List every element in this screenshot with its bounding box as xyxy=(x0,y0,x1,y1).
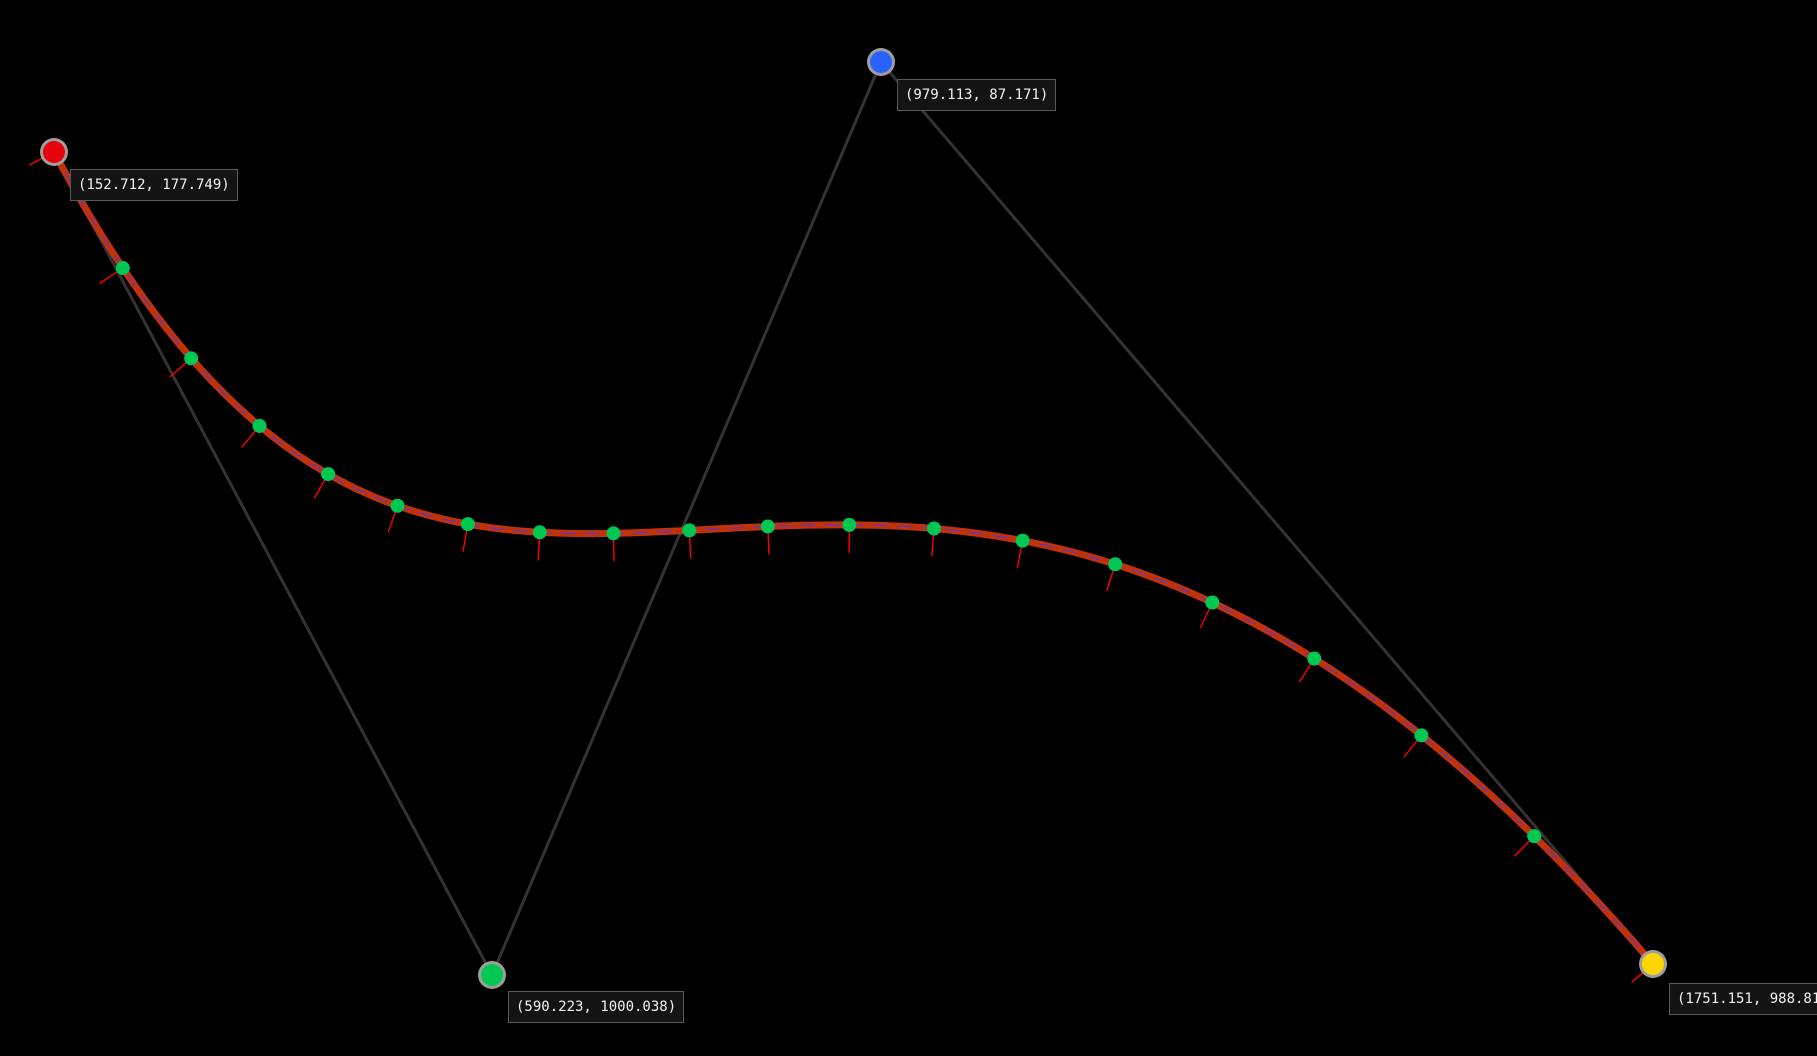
hull-line xyxy=(881,62,1653,964)
curve-sample-point xyxy=(1527,829,1541,843)
curve-sample-point xyxy=(682,523,696,537)
bezier-curve-path xyxy=(54,152,1653,964)
curve-sample-point xyxy=(761,520,775,534)
curve-sample-point xyxy=(390,499,404,513)
end-point-coordinate-label: (1751.151, 988.811) xyxy=(1669,983,1817,1015)
bezier-curve xyxy=(54,152,1653,964)
control-point-1-handle[interactable] xyxy=(478,961,506,989)
curve-sample-point xyxy=(1108,557,1122,571)
control-point-handles xyxy=(40,48,1667,989)
end-point-handle[interactable] xyxy=(1639,950,1667,978)
curve-normals xyxy=(29,152,1653,982)
bezier-svg xyxy=(0,0,1817,1051)
curve-sample-points xyxy=(116,261,1541,843)
hull-line xyxy=(54,152,492,975)
curve-sample-point xyxy=(1414,728,1428,742)
curve-sample-point xyxy=(116,261,130,275)
start-point-coordinate-label: (152.712, 177.749) xyxy=(70,169,238,201)
curve-sample-point xyxy=(1205,596,1219,610)
curve-sample-point xyxy=(1016,534,1030,548)
curve-sample-point xyxy=(461,517,475,531)
curve-sample-point xyxy=(253,419,267,433)
control-point-2-handle[interactable] xyxy=(867,48,895,76)
bezier-curve-inner-line xyxy=(54,152,1653,964)
control-point-1-coordinate-label: (590.223, 1000.038) xyxy=(508,991,684,1023)
curve-sample-point xyxy=(184,351,198,365)
curve-sample-point xyxy=(533,525,547,539)
curve-sample-point xyxy=(321,467,335,481)
bezier-canvas[interactable]: (152.712, 177.749) (590.223, 1000.038) (… xyxy=(0,0,1817,1051)
start-point-handle[interactable] xyxy=(40,138,68,166)
curve-sample-point xyxy=(606,526,620,540)
control-hull xyxy=(54,62,1653,975)
control-point-2-coordinate-label: (979.113, 87.171) xyxy=(897,79,1056,111)
curve-sample-point xyxy=(842,518,856,532)
curve-sample-point xyxy=(1307,652,1321,666)
curve-sample-point xyxy=(927,522,941,536)
hull-line xyxy=(492,62,881,975)
